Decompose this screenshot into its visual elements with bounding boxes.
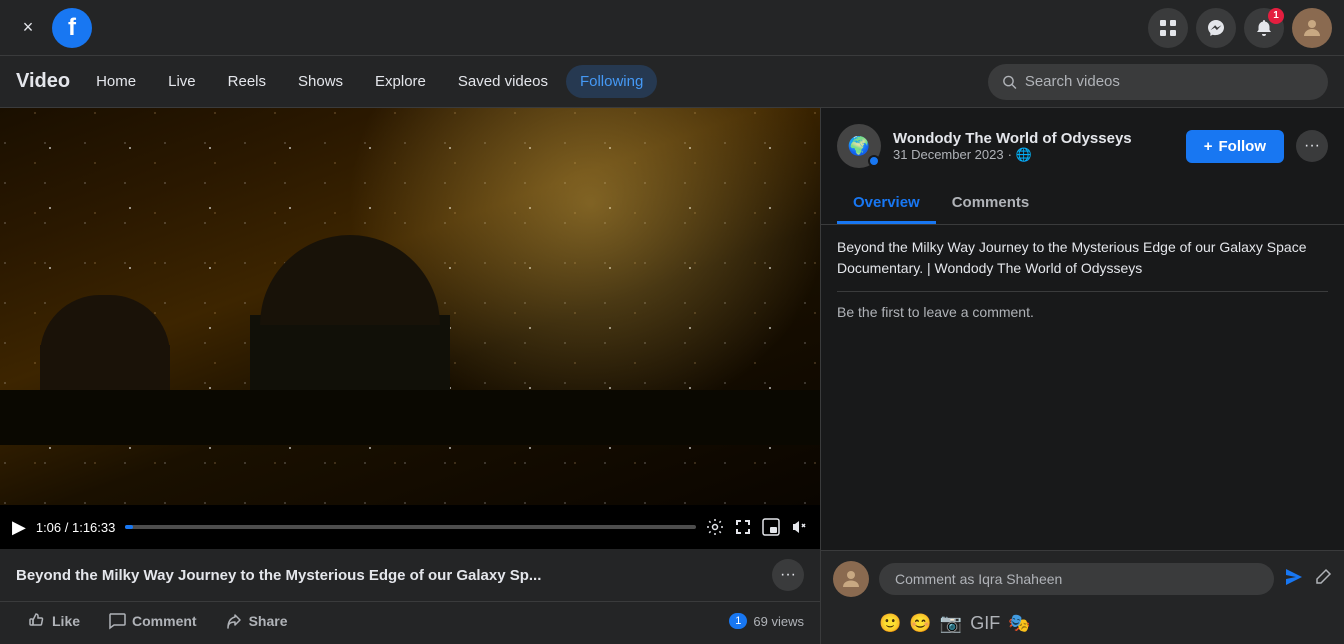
globe-icon: 🌐	[1016, 147, 1032, 163]
comment-label: Comment	[132, 613, 197, 629]
stats-info: 1 69 views	[729, 613, 804, 629]
channel-info: Wondody The World of Odysseys 31 Decembe…	[893, 130, 1174, 163]
tab-shows[interactable]: Shows	[284, 65, 357, 98]
commenter-avatar	[833, 561, 869, 597]
post-date: 31 December 2023	[893, 147, 1004, 162]
share-button[interactable]: Share	[213, 606, 300, 636]
facebook-logo[interactable]: f	[52, 8, 92, 48]
comment-input-area	[821, 550, 1344, 607]
follow-button[interactable]: + Follow	[1186, 130, 1284, 163]
video-navigation: Video Home Live Reels Shows Explore Save…	[0, 56, 1344, 108]
top-navigation: × f 1	[0, 0, 1344, 56]
tab-comments[interactable]: Comments	[936, 184, 1046, 224]
tab-live[interactable]: Live	[154, 65, 210, 98]
like-label: Like	[52, 613, 80, 629]
follow-label: Follow	[1219, 138, 1267, 155]
close-button[interactable]: ×	[12, 12, 44, 44]
edit-icon-button[interactable]	[1314, 568, 1332, 591]
send-comment-button[interactable]	[1284, 567, 1304, 592]
commenter-avatar-icon	[840, 568, 862, 590]
progress-fill	[125, 525, 133, 529]
tab-following[interactable]: Following	[566, 65, 657, 98]
like-icon	[28, 612, 46, 630]
sidebar: 🌍 Wondody The World of Odysseys 31 Decem…	[820, 108, 1344, 644]
video-info-bar: Beyond the Milky Way Journey to the Myst…	[0, 549, 820, 601]
grid-icon-button[interactable]	[1148, 8, 1188, 48]
messenger-icon	[1206, 18, 1226, 38]
comment-emoji-actions: 🙂 😊 📷 GIF 🎭	[821, 607, 1344, 644]
observatory-silhouette	[0, 285, 820, 445]
video-title-text: Beyond the Milky Way Journey to the Myst…	[16, 567, 772, 584]
comment-button[interactable]: Comment	[96, 606, 209, 636]
channel-more-options-button[interactable]: ···	[1296, 130, 1328, 162]
emoji-gif-button[interactable]: GIF	[970, 613, 1000, 634]
like-button[interactable]: Like	[16, 606, 92, 636]
dot-separator: ·	[1008, 147, 1012, 162]
settings-icon[interactable]	[706, 518, 724, 536]
send-icon	[1284, 567, 1304, 587]
tab-home[interactable]: Home	[82, 65, 150, 98]
play-button[interactable]: ▶	[12, 517, 26, 538]
video-actions-bar: Like Comment Share 1 69 views	[0, 601, 820, 644]
volume-icon[interactable]	[790, 518, 808, 536]
tab-overview[interactable]: Overview	[837, 184, 936, 224]
fullscreen-icon[interactable]	[734, 518, 752, 536]
page-title: Video	[16, 70, 70, 93]
more-options-button[interactable]: ···	[772, 559, 804, 591]
follow-icon: +	[1204, 138, 1213, 155]
comment-icon	[108, 612, 126, 630]
notifications-icon-button[interactable]: 1	[1244, 8, 1284, 48]
search-icon	[1002, 74, 1017, 90]
edit-icon	[1314, 568, 1332, 586]
miniplayer-icon[interactable]	[762, 518, 780, 536]
time-display: 1:06 / 1:16:33	[36, 520, 116, 535]
comment-input[interactable]	[879, 563, 1274, 595]
view-count: 69 views	[753, 614, 804, 629]
channel-avatar: 🌍	[837, 124, 881, 168]
user-avatar-button[interactable]	[1292, 8, 1332, 48]
post-meta: 31 December 2023 · 🌐	[893, 147, 1174, 163]
nav-icons: 1	[1148, 8, 1332, 48]
video-section: ▶ 1:06 / 1:16:33 Beyond the	[0, 108, 820, 644]
channel-online-dot	[868, 155, 880, 167]
first-comment-prompt: Be the first to leave a comment.	[837, 304, 1328, 320]
comments-area: Be the first to leave a comment.	[821, 292, 1344, 550]
messenger-icon-button[interactable]	[1196, 8, 1236, 48]
video-controls: ▶ 1:06 / 1:16:33	[0, 505, 820, 549]
user-avatar-icon	[1300, 16, 1324, 40]
share-icon	[225, 612, 243, 630]
channel-name[interactable]: Wondody The World of Odysseys	[893, 130, 1174, 147]
tab-explore[interactable]: Explore	[361, 65, 440, 98]
tab-saved-videos[interactable]: Saved videos	[444, 65, 562, 98]
search-input[interactable]	[1025, 73, 1314, 90]
search-box[interactable]	[988, 64, 1328, 100]
emoji-smile-button[interactable]: 🙂	[879, 613, 901, 634]
content-tabs: Overview Comments	[821, 184, 1344, 225]
share-label: Share	[249, 613, 288, 629]
emoji-sticker-button[interactable]: 🎭	[1008, 613, 1030, 634]
emoji-laugh-button[interactable]: 😊	[909, 613, 931, 634]
main-content: ▶ 1:06 / 1:16:33 Beyond the	[0, 108, 1344, 644]
post-header: 🌍 Wondody The World of Odysseys 31 Decem…	[821, 108, 1344, 184]
treeline	[0, 390, 820, 445]
like-count: 1	[729, 613, 747, 629]
video-player[interactable]	[0, 108, 820, 505]
notification-badge: 1	[1268, 8, 1284, 24]
emoji-photo-button[interactable]: 📷	[940, 613, 962, 634]
progress-bar[interactable]	[125, 525, 696, 529]
tab-reels[interactable]: Reels	[214, 65, 280, 98]
grid-icon	[1158, 18, 1178, 38]
post-description: Beyond the Milky Way Journey to the Myst…	[821, 225, 1344, 291]
